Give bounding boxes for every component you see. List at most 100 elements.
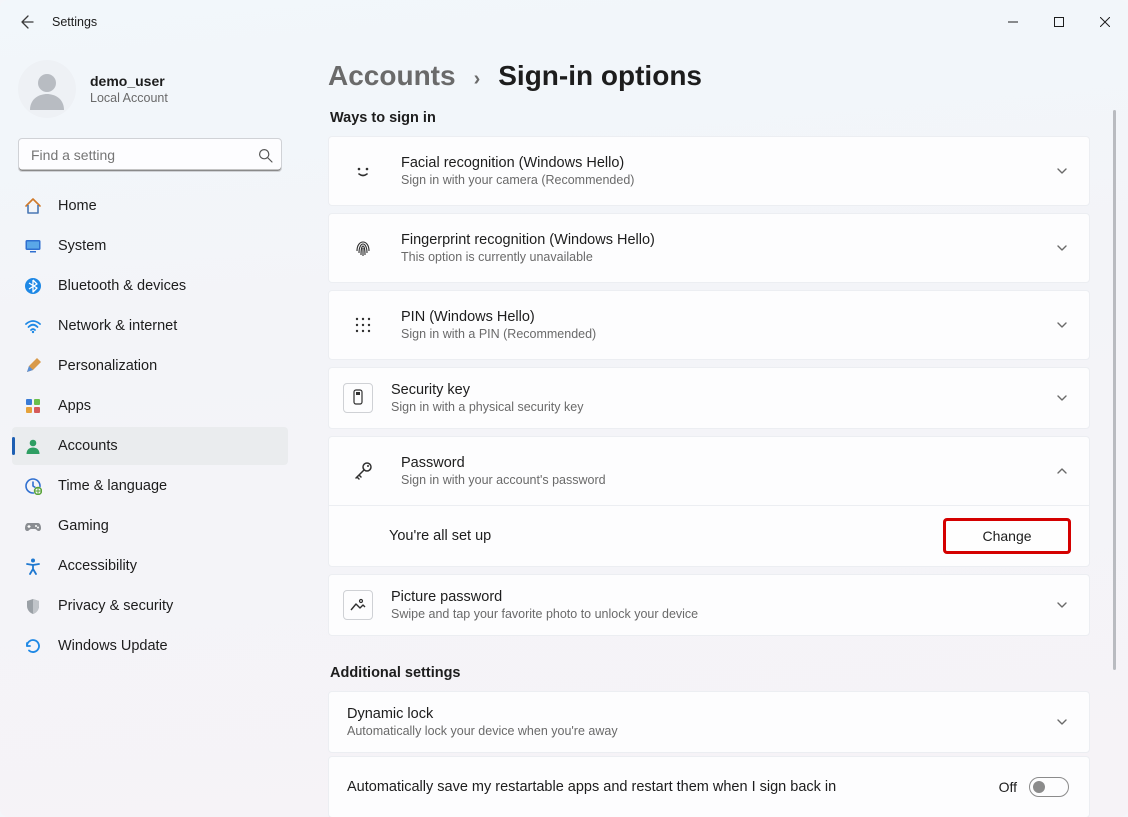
toggle-state-label: Off xyxy=(999,779,1017,795)
card-sub: Sign in with your account's password xyxy=(401,473,1037,487)
card-sub: Swipe and tap your favorite photo to unl… xyxy=(391,607,1037,621)
settings-window: Settings dem xyxy=(0,0,1128,817)
avatar xyxy=(18,60,76,118)
card-title: Fingerprint recognition (Windows Hello) xyxy=(401,232,1037,248)
picture-icon xyxy=(343,590,373,620)
card-sub: Sign in with a PIN (Recommended) xyxy=(401,327,1037,341)
search-box[interactable] xyxy=(18,138,282,172)
setting-sub: Automatically lock your device when you'… xyxy=(347,724,1037,738)
vertical-scrollbar[interactable] xyxy=(1110,60,1118,817)
accounts-icon xyxy=(24,437,42,455)
back-button[interactable] xyxy=(6,2,46,42)
time-icon xyxy=(24,477,42,495)
nav-label: Apps xyxy=(58,398,91,414)
nav-list: Home System Bluetooth & devices xyxy=(8,186,292,666)
apps-icon xyxy=(24,397,42,415)
nav-item-apps[interactable]: Apps xyxy=(12,387,288,425)
nav-item-time[interactable]: Time & language xyxy=(12,467,288,505)
profile-block[interactable]: demo_user Local Account xyxy=(8,54,292,132)
section-additional-title: Additional settings xyxy=(330,665,1090,681)
chevron-down-icon xyxy=(1055,241,1069,255)
nav-item-accounts[interactable]: Accounts xyxy=(12,427,288,465)
breadcrumb: Accounts › Sign-in options xyxy=(328,60,1090,92)
minimize-button[interactable] xyxy=(990,6,1036,38)
personalization-icon xyxy=(24,357,42,375)
nav-item-update[interactable]: Windows Update xyxy=(12,627,288,665)
card-sub: Sign in with your camera (Recommended) xyxy=(401,173,1037,187)
nav-item-gaming[interactable]: Gaming xyxy=(12,507,288,545)
section-ways-title: Ways to sign in xyxy=(330,110,1090,126)
nav-item-home[interactable]: Home xyxy=(12,187,288,225)
nav-label: System xyxy=(58,238,106,254)
breadcrumb-parent[interactable]: Accounts xyxy=(328,60,456,92)
nav-item-privacy[interactable]: Privacy & security xyxy=(12,587,288,625)
chevron-down-icon xyxy=(1055,598,1069,612)
security-key-icon xyxy=(343,383,373,413)
signin-security-key[interactable]: Security key Sign in with a physical sec… xyxy=(328,367,1090,429)
chevron-up-icon xyxy=(1055,464,1069,478)
chevron-down-icon xyxy=(1055,318,1069,332)
face-icon xyxy=(343,151,383,191)
chevron-down-icon xyxy=(1055,391,1069,405)
close-icon xyxy=(1100,17,1110,27)
update-icon xyxy=(24,637,42,655)
nav-label: Accessibility xyxy=(58,558,137,574)
sidebar: demo_user Local Account Home xyxy=(0,44,300,817)
signin-password: Password Sign in with your account's pas… xyxy=(328,436,1090,567)
card-title: Security key xyxy=(391,382,1037,398)
card-title: Facial recognition (Windows Hello) xyxy=(401,155,1037,171)
setting-title: Dynamic lock xyxy=(347,706,1037,722)
nav-item-bluetooth[interactable]: Bluetooth & devices xyxy=(12,267,288,305)
card-sub: Sign in with a physical security key xyxy=(391,400,1037,414)
bluetooth-icon xyxy=(24,277,42,295)
nav-item-system[interactable]: System xyxy=(12,227,288,265)
content-area: Accounts › Sign-in options Ways to sign … xyxy=(300,44,1128,817)
nav-item-accessibility[interactable]: Accessibility xyxy=(12,547,288,585)
setting-restart-apps: Automatically save my restartable apps a… xyxy=(328,756,1090,817)
close-button[interactable] xyxy=(1082,6,1128,38)
page-title: Sign-in options xyxy=(498,60,702,92)
chevron-right-icon: › xyxy=(474,68,481,91)
card-title: Password xyxy=(401,455,1037,471)
signin-picture-password[interactable]: Picture password Swipe and tap your favo… xyxy=(328,574,1090,636)
setting-dynamic-lock[interactable]: Dynamic lock Automatically lock your dev… xyxy=(328,691,1090,753)
card-title: PIN (Windows Hello) xyxy=(401,309,1037,325)
signin-password-header[interactable]: Password Sign in with your account's pas… xyxy=(329,437,1089,505)
nav-label: Privacy & security xyxy=(58,598,173,614)
accessibility-icon xyxy=(24,557,42,575)
gaming-icon xyxy=(24,517,42,535)
scrollbar-thumb[interactable] xyxy=(1113,110,1116,670)
nav-label: Windows Update xyxy=(58,638,168,654)
setting-title: Automatically save my restartable apps a… xyxy=(347,779,981,795)
signin-fingerprint[interactable]: Fingerprint recognition (Windows Hello) … xyxy=(328,213,1090,283)
arrow-left-icon xyxy=(18,14,34,30)
profile-name: demo_user xyxy=(90,73,168,89)
network-icon xyxy=(24,317,42,335)
chevron-down-icon xyxy=(1055,715,1069,729)
titlebar: Settings xyxy=(0,0,1128,44)
home-icon xyxy=(24,197,42,215)
window-title: Settings xyxy=(52,15,97,29)
nav-label: Personalization xyxy=(58,358,157,374)
profile-text: demo_user Local Account xyxy=(90,73,168,105)
maximize-button[interactable] xyxy=(1036,6,1082,38)
password-status: You're all set up xyxy=(389,528,927,544)
search-icon xyxy=(258,148,273,163)
maximize-icon xyxy=(1054,17,1064,27)
nav-item-personalization[interactable]: Personalization xyxy=(12,347,288,385)
nav-item-network[interactable]: Network & internet xyxy=(12,307,288,345)
minimize-icon xyxy=(1008,17,1018,27)
change-password-button[interactable]: Change xyxy=(945,520,1069,552)
search-input[interactable] xyxy=(29,146,258,164)
nav-label: Network & internet xyxy=(58,318,177,334)
restart-apps-toggle[interactable] xyxy=(1029,777,1069,797)
signin-pin[interactable]: PIN (Windows Hello) Sign in with a PIN (… xyxy=(328,290,1090,360)
password-subrow: You're all set up Change xyxy=(329,505,1089,566)
signin-methods-list: Facial recognition (Windows Hello) Sign … xyxy=(328,136,1090,639)
pin-icon xyxy=(343,305,383,345)
fingerprint-icon xyxy=(343,228,383,268)
chevron-down-icon xyxy=(1055,164,1069,178)
card-title: Picture password xyxy=(391,589,1037,605)
signin-facial[interactable]: Facial recognition (Windows Hello) Sign … xyxy=(328,136,1090,206)
person-icon xyxy=(24,66,70,112)
